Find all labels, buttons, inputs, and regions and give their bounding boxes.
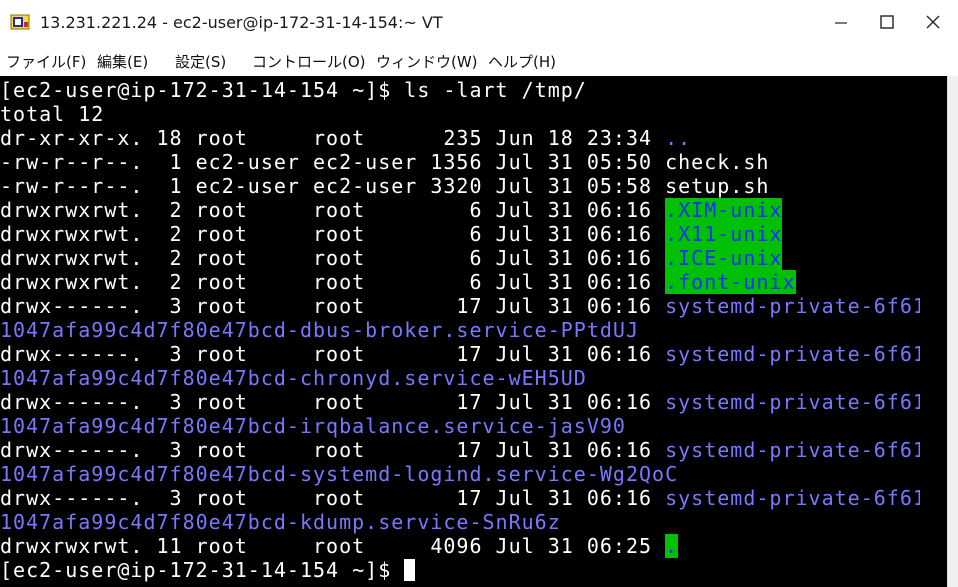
terminal-text: [ec2-user@ip-172-31-14-154 ~]$ xyxy=(0,558,405,582)
terminal-line: drwx------. 3 root root 17 Jul 31 06:16 … xyxy=(0,342,920,366)
terminal-line: [ec2-user@ip-172-31-14-154 ~]$ ls -lart … xyxy=(0,78,587,102)
terminal-line: 1047afa99c4d7f80e47bcd-irqbalance.servic… xyxy=(0,414,626,438)
close-icon xyxy=(926,14,940,33)
terminal-text: dr-xr-xr-x. 18 root root 235 Jun 18 23:3… xyxy=(0,126,666,150)
terminal-text: systemd-private-6f612043e2 xyxy=(665,390,920,414)
vertical-scrollbar[interactable] xyxy=(947,76,958,587)
terminal-text: 1047afa99c4d7f80e47bcd-dbus-broker.servi… xyxy=(0,318,640,342)
terminal-text: 1047afa99c4d7f80e47bcd-kdump.service-SnR… xyxy=(0,510,561,534)
minimize-button[interactable] xyxy=(818,0,864,46)
terminal-text: drwx------. 3 root root 17 Jul 31 06:16 xyxy=(0,294,666,318)
title-bar[interactable]: 13.231.221.24 - ec2-user@ip-172-31-14-15… xyxy=(0,0,958,46)
maximize-button[interactable] xyxy=(864,0,910,46)
terminal-line: [ec2-user@ip-172-31-14-154 ~]$ xyxy=(0,558,416,582)
terminal-text: systemd-private-6f612043e2 xyxy=(665,486,920,510)
window-title: 13.231.221.24 - ec2-user@ip-172-31-14-15… xyxy=(40,13,443,32)
terminal-line: 1047afa99c4d7f80e47bcd-systemd-logind.se… xyxy=(0,462,678,486)
terminal-text: -rw-r--r--. 1 ec2-user ec2-user 1356 Jul… xyxy=(0,150,770,174)
terminal-line: drwx------. 3 root root 17 Jul 31 06:16 … xyxy=(0,438,920,462)
terminal-line: -rw-r--r--. 1 ec2-user ec2-user 3320 Jul… xyxy=(0,174,769,198)
terminal-text: systemd-private-6f612043e2 xyxy=(665,294,920,318)
terminal-text: drwxrwxrwt. 2 root root 6 Jul 31 06:16 xyxy=(0,198,666,222)
terminal-text: 1047afa99c4d7f80e47bcd-systemd-logind.se… xyxy=(0,462,679,486)
terminal-text: drwxrwxrwt. 2 root root 6 Jul 31 06:16 xyxy=(0,222,666,246)
terminal-text: . xyxy=(665,534,679,558)
terminal-text: .XIM-unix xyxy=(665,198,783,222)
menu-bar: ファイル(F) 編集(E) 設定(S) コントロール(O) ウィンドウ(W) ヘ… xyxy=(0,46,958,76)
teraterm-app-icon[interactable] xyxy=(10,12,30,32)
terminal-line: dr-xr-xr-x. 18 root root 235 Jun 18 23:3… xyxy=(0,126,691,150)
terminal-line: drwxrwxrwt. 2 root root 6 Jul 31 06:16 .… xyxy=(0,222,783,246)
terminal-line: drwxrwxrwt. 11 root root 4096 Jul 31 06:… xyxy=(0,534,679,558)
terminal-text: drwxrwxrwt. 11 root root 4096 Jul 31 06:… xyxy=(0,534,666,558)
terminal-cursor xyxy=(404,559,416,581)
menu-edit[interactable]: 編集(E) xyxy=(97,51,148,72)
terminal-line: total 12 xyxy=(0,102,104,126)
terminal-text: .. xyxy=(665,126,692,150)
terminal-text: .X11-unix xyxy=(665,222,783,246)
terminal-text: 1047afa99c4d7f80e47bcd-chronyd.service-w… xyxy=(0,366,587,390)
close-button[interactable] xyxy=(910,0,956,46)
terminal-text: 1047afa99c4d7f80e47bcd-irqbalance.servic… xyxy=(0,414,626,438)
terminal-text: drwx------. 3 root root 17 Jul 31 06:16 xyxy=(0,342,666,366)
maximize-icon xyxy=(880,14,894,33)
minimize-icon xyxy=(835,14,847,33)
menu-setup[interactable]: 設定(S) xyxy=(175,51,226,72)
terminal-line: 1047afa99c4d7f80e47bcd-dbus-broker.servi… xyxy=(0,318,639,342)
terminal-text: systemd-private-6f612043e2 xyxy=(665,438,920,462)
terminal-text: .ICE-unix xyxy=(665,246,783,270)
terminal-line: 1047afa99c4d7f80e47bcd-chronyd.service-w… xyxy=(0,366,587,390)
terminal-text: .font-unix xyxy=(665,270,796,294)
terminal-text: total 12 xyxy=(0,102,105,126)
terminal-line: drwxrwxrwt. 2 root root 6 Jul 31 06:16 .… xyxy=(0,270,796,294)
terminal-line: drwx------. 3 root root 17 Jul 31 06:16 … xyxy=(0,294,920,318)
terminal-text: drwx------. 3 root root 17 Jul 31 06:16 xyxy=(0,438,666,462)
menu-control[interactable]: コントロール(O) xyxy=(252,51,366,72)
terminal-text: drwx------. 3 root root 17 Jul 31 06:16 xyxy=(0,390,666,414)
menu-file[interactable]: ファイル(F) xyxy=(6,51,86,72)
terminal-line: 1047afa99c4d7f80e47bcd-kdump.service-SnR… xyxy=(0,510,561,534)
menu-help[interactable]: ヘルプ(H) xyxy=(488,51,556,72)
terminal-output[interactable]: [ec2-user@ip-172-31-14-154 ~]$ ls -lart … xyxy=(0,78,920,587)
terminal-text: drwxrwxrwt. 2 root root 6 Jul 31 06:16 xyxy=(0,246,666,270)
terminal-text: drwxrwxrwt. 2 root root 6 Jul 31 06:16 xyxy=(0,270,666,294)
terminal-line: drwxrwxrwt. 2 root root 6 Jul 31 06:16 .… xyxy=(0,198,783,222)
terminal-line: -rw-r--r--. 1 ec2-user ec2-user 1356 Jul… xyxy=(0,150,769,174)
terminal-text: systemd-private-6f612043e2 xyxy=(665,342,920,366)
terminal-line: drwx------. 3 root root 17 Jul 31 06:16 … xyxy=(0,486,920,510)
terminal-line: drwx------. 3 root root 17 Jul 31 06:16 … xyxy=(0,390,920,414)
menu-window[interactable]: ウィンドウ(W) xyxy=(376,51,478,72)
terminal-text: -rw-r--r--. 1 ec2-user ec2-user 3320 Jul… xyxy=(0,174,770,198)
terminal-text: [ec2-user@ip-172-31-14-154 ~]$ ls -lart … xyxy=(0,78,587,102)
terminal-text: drwx------. 3 root root 17 Jul 31 06:16 xyxy=(0,486,666,510)
terminal-line: drwxrwxrwt. 2 root root 6 Jul 31 06:16 .… xyxy=(0,246,783,270)
